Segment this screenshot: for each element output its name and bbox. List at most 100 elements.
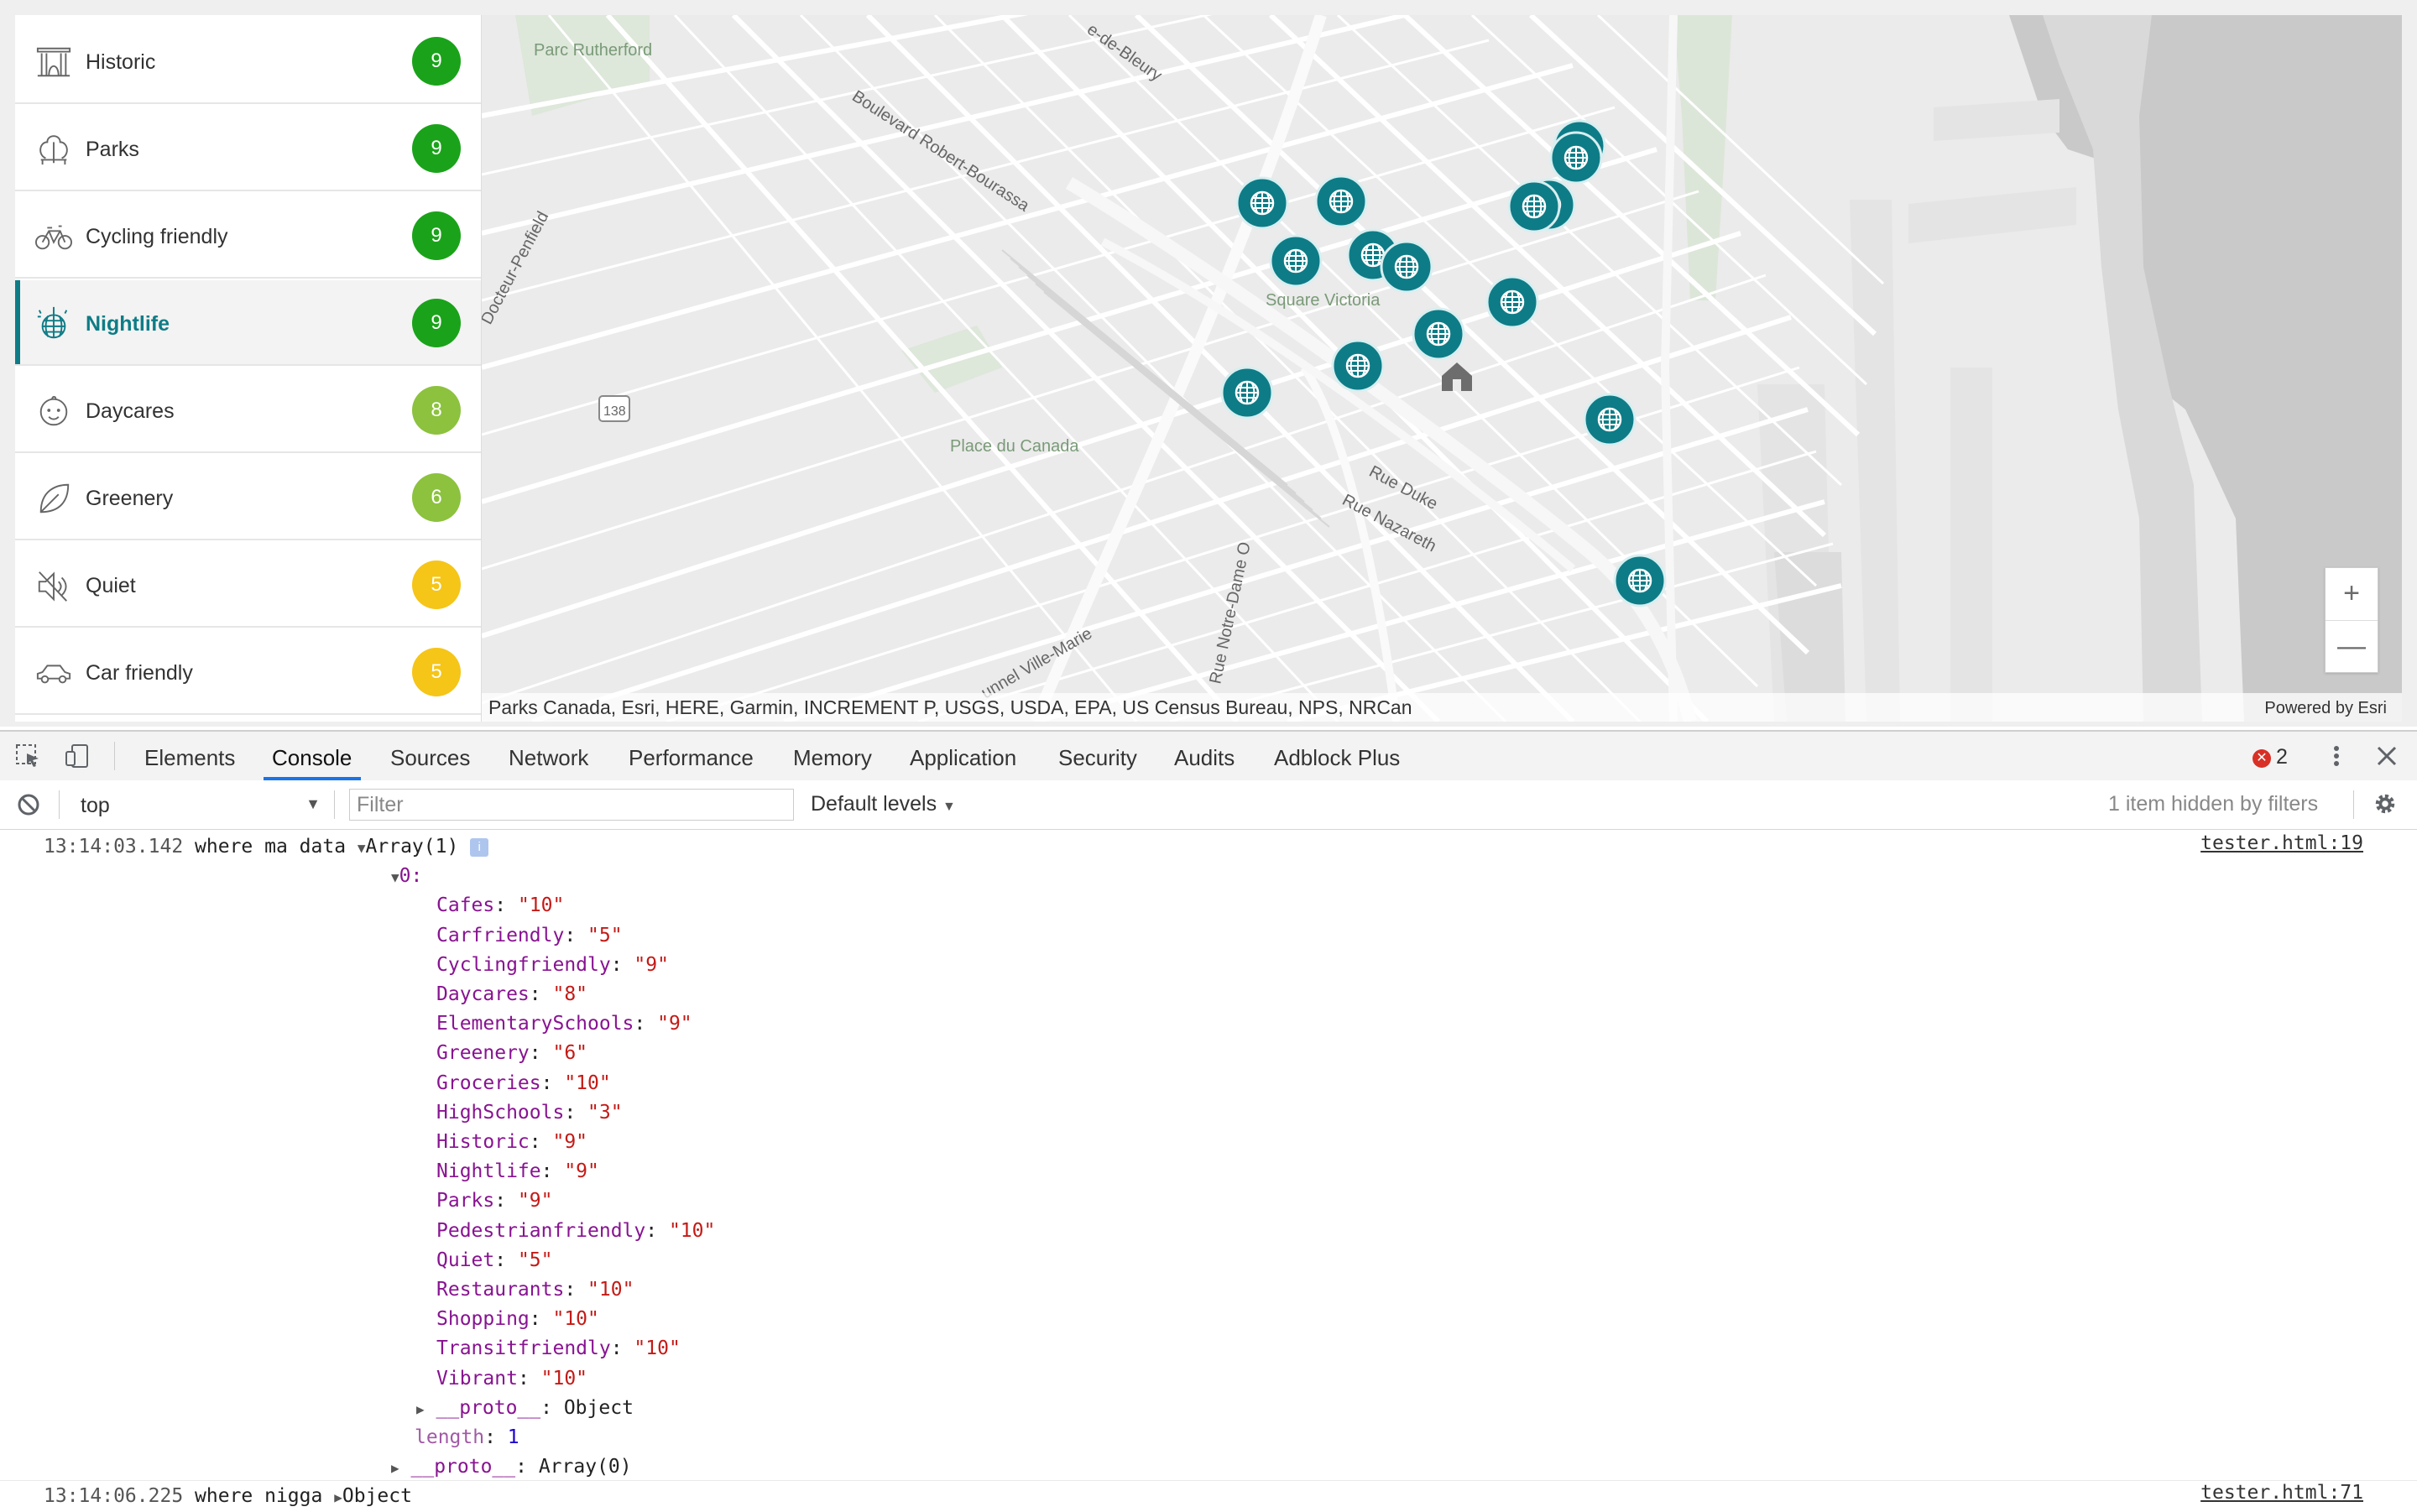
error-count-badge[interactable]: ✕ 2 <box>2253 745 2288 769</box>
property-row[interactable]: Nightlife: "9" <box>436 1157 599 1186</box>
nightlife-marker-icon[interactable] <box>1235 176 1289 230</box>
nightlife-marker-icon[interactable] <box>1549 131 1603 185</box>
console-filter-input[interactable] <box>349 789 794 821</box>
property-row[interactable]: Shopping: "10" <box>436 1305 599 1333</box>
nightlife-marker-icon[interactable] <box>1269 234 1323 288</box>
tab-console[interactable]: Console <box>272 745 352 771</box>
property-row[interactable]: ElementarySchools: "9" <box>436 1009 692 1038</box>
console-log-entry[interactable]: 13:14:03.142 where ma data ▼Array(1) i <box>44 832 489 861</box>
property-row[interactable]: HighSchools: "3" <box>436 1098 623 1127</box>
clear-console-icon[interactable] <box>15 792 42 817</box>
devtools-panel: Elements Console Sources Network Performance… <box>0 730 2417 1512</box>
toolbar-divider <box>2353 790 2354 819</box>
collapse-triangle-icon[interactable]: ▶ <box>334 1489 342 1505</box>
property-row[interactable]: Pedestrianfriendly: "10" <box>436 1217 715 1245</box>
expand-triangle-icon[interactable]: ▼ <box>358 840 366 856</box>
info-icon[interactable]: i <box>470 838 489 857</box>
property-row[interactable]: Quiet: "5" <box>436 1246 553 1275</box>
property-row[interactable]: Groceries: "10" <box>436 1069 611 1098</box>
property-key: Historic <box>436 1131 530 1153</box>
sidebar-item-daycares[interactable]: Daycares 8 <box>15 368 481 453</box>
console-settings-gear-icon[interactable] <box>2372 791 2399 816</box>
zoom-out-button[interactable]: — <box>2326 620 2378 672</box>
tab-adblock-plus[interactable]: Adblock Plus <box>1274 745 1400 771</box>
property-row[interactable]: Historic: "9" <box>436 1128 587 1156</box>
console-log-entry[interactable]: 13:14:06.225 where nigga ▶Object <box>44 1482 412 1510</box>
tab-sources[interactable]: Sources <box>390 745 470 771</box>
property-row[interactable]: Cafes: "10" <box>436 891 564 920</box>
nightlife-marker-icon[interactable] <box>1380 240 1433 294</box>
car-icon <box>36 665 71 684</box>
tab-elements[interactable]: Elements <box>144 745 235 771</box>
powered-brand-link[interactable]: Esri <box>2358 699 2387 717</box>
sidebar-item-car-friendly[interactable]: Car friendly 5 <box>15 629 481 715</box>
device-toolbar-icon[interactable] <box>64 743 91 769</box>
log-divider <box>0 1480 2417 1482</box>
log-message: where ma data <box>195 836 347 858</box>
property-row[interactable]: Greenery: "6" <box>436 1039 587 1067</box>
sidebar-item-historic[interactable]: Historic 9 <box>15 18 481 104</box>
console-output[interactable]: 13:14:03.142 where ma data ▼Array(1) i te… <box>0 829 2417 1512</box>
property-row[interactable]: Daycares: "8" <box>436 980 587 1009</box>
nightlife-marker-icon[interactable] <box>1613 554 1667 607</box>
property-value: "9" <box>552 1131 588 1153</box>
log-message: where nigga <box>195 1485 323 1508</box>
nightlife-marker-icon[interactable] <box>1583 393 1637 446</box>
collapse-triangle-icon[interactable]: ▶ <box>391 1460 399 1476</box>
property-key: Vibrant <box>436 1367 518 1389</box>
zoom-in-button[interactable]: + <box>2326 568 2378 619</box>
sidebar-item-nightlife[interactable]: Nightlife 9 <box>15 280 481 366</box>
nightlife-marker-icon[interactable] <box>1331 339 1385 393</box>
category-sidebar: Historic 9 Parks 9 Cycling friendly 9 Nightlif… <box>15 15 482 722</box>
tab-memory[interactable]: Memory <box>793 745 872 771</box>
score-badge: 9 <box>412 124 461 173</box>
property-row[interactable]: Carfriendly: "5" <box>436 921 623 950</box>
score-badge: 8 <box>412 386 461 435</box>
nightlife-marker-icon[interactable] <box>1220 366 1274 420</box>
sidebar-item-quiet[interactable]: Quiet 5 <box>15 542 481 628</box>
tab-application[interactable]: Application <box>910 745 1016 771</box>
powered-by[interactable]: Powered by Esri <box>2264 699 2387 718</box>
score-badge: 6 <box>412 473 461 522</box>
sidebar-item-label: Greenery <box>86 487 174 510</box>
tab-performance[interactable]: Performance <box>629 745 754 771</box>
property-row[interactable]: Cyclingfriendly: "9" <box>436 951 669 979</box>
sidebar-item-greenery[interactable]: Greenery 6 <box>15 455 481 540</box>
console-source-link[interactable]: tester.html:71 <box>2200 1482 2363 1504</box>
property-row[interactable]: Parks: "9" <box>436 1186 553 1215</box>
log-levels-dropdown[interactable]: Default levels ▼ <box>811 792 956 816</box>
tab-security[interactable]: Security <box>1058 745 1137 771</box>
property-row[interactable]: Restaurants: "10" <box>436 1275 634 1304</box>
property-value: "10" <box>564 1071 611 1094</box>
sidebar-item-label: Parks <box>86 138 139 161</box>
collapse-triangle-icon[interactable]: ▶ <box>416 1401 425 1417</box>
proto-row[interactable]: ▶ __proto__: Array(0) <box>391 1452 632 1481</box>
close-devtools-icon[interactable] <box>2373 743 2400 769</box>
map-view[interactable]: Parc Rutherford e-de-Bleury Boulevard Ro… <box>482 15 2402 722</box>
nightlife-marker-icon[interactable] <box>1314 175 1368 228</box>
length-row[interactable]: length: 1 <box>415 1423 519 1452</box>
nightlife-marker-icon[interactable] <box>1507 180 1561 233</box>
more-options-icon[interactable] <box>2323 743 2350 769</box>
console-source-link[interactable]: tester.html:19 <box>2200 832 2363 854</box>
tab-audits[interactable]: Audits <box>1174 745 1235 771</box>
tab-network[interactable]: Network <box>509 745 588 771</box>
sidebar-item-cycling-friendly[interactable]: Cycling friendly 9 <box>15 193 481 279</box>
proto-value: Array(0) <box>538 1456 632 1478</box>
home-marker-icon[interactable] <box>1442 362 1472 391</box>
error-count: 2 <box>2276 745 2288 769</box>
property-row[interactable]: Vibrant: "10" <box>436 1364 587 1393</box>
proto-row[interactable]: ▶ __proto__: Object <box>416 1394 634 1422</box>
property-value: "9" <box>517 1190 553 1212</box>
expand-triangle-icon[interactable]: ▼ <box>391 869 399 885</box>
property-row[interactable]: Transitfriendly: "10" <box>436 1334 681 1363</box>
nightlife-marker-icon[interactable] <box>1485 275 1539 329</box>
property-value: "9" <box>564 1160 599 1183</box>
log-summary: Array(1) <box>365 836 459 858</box>
sidebar-item-label: Cycling friendly <box>86 225 228 248</box>
nightlife-marker-icon[interactable] <box>1412 307 1465 361</box>
array-item-row[interactable]: ▼0: <box>391 862 422 890</box>
sidebar-item-parks[interactable]: Parks 9 <box>15 106 481 191</box>
inspect-element-icon[interactable] <box>15 743 42 769</box>
context-selector[interactable]: top ▼ <box>64 790 324 819</box>
